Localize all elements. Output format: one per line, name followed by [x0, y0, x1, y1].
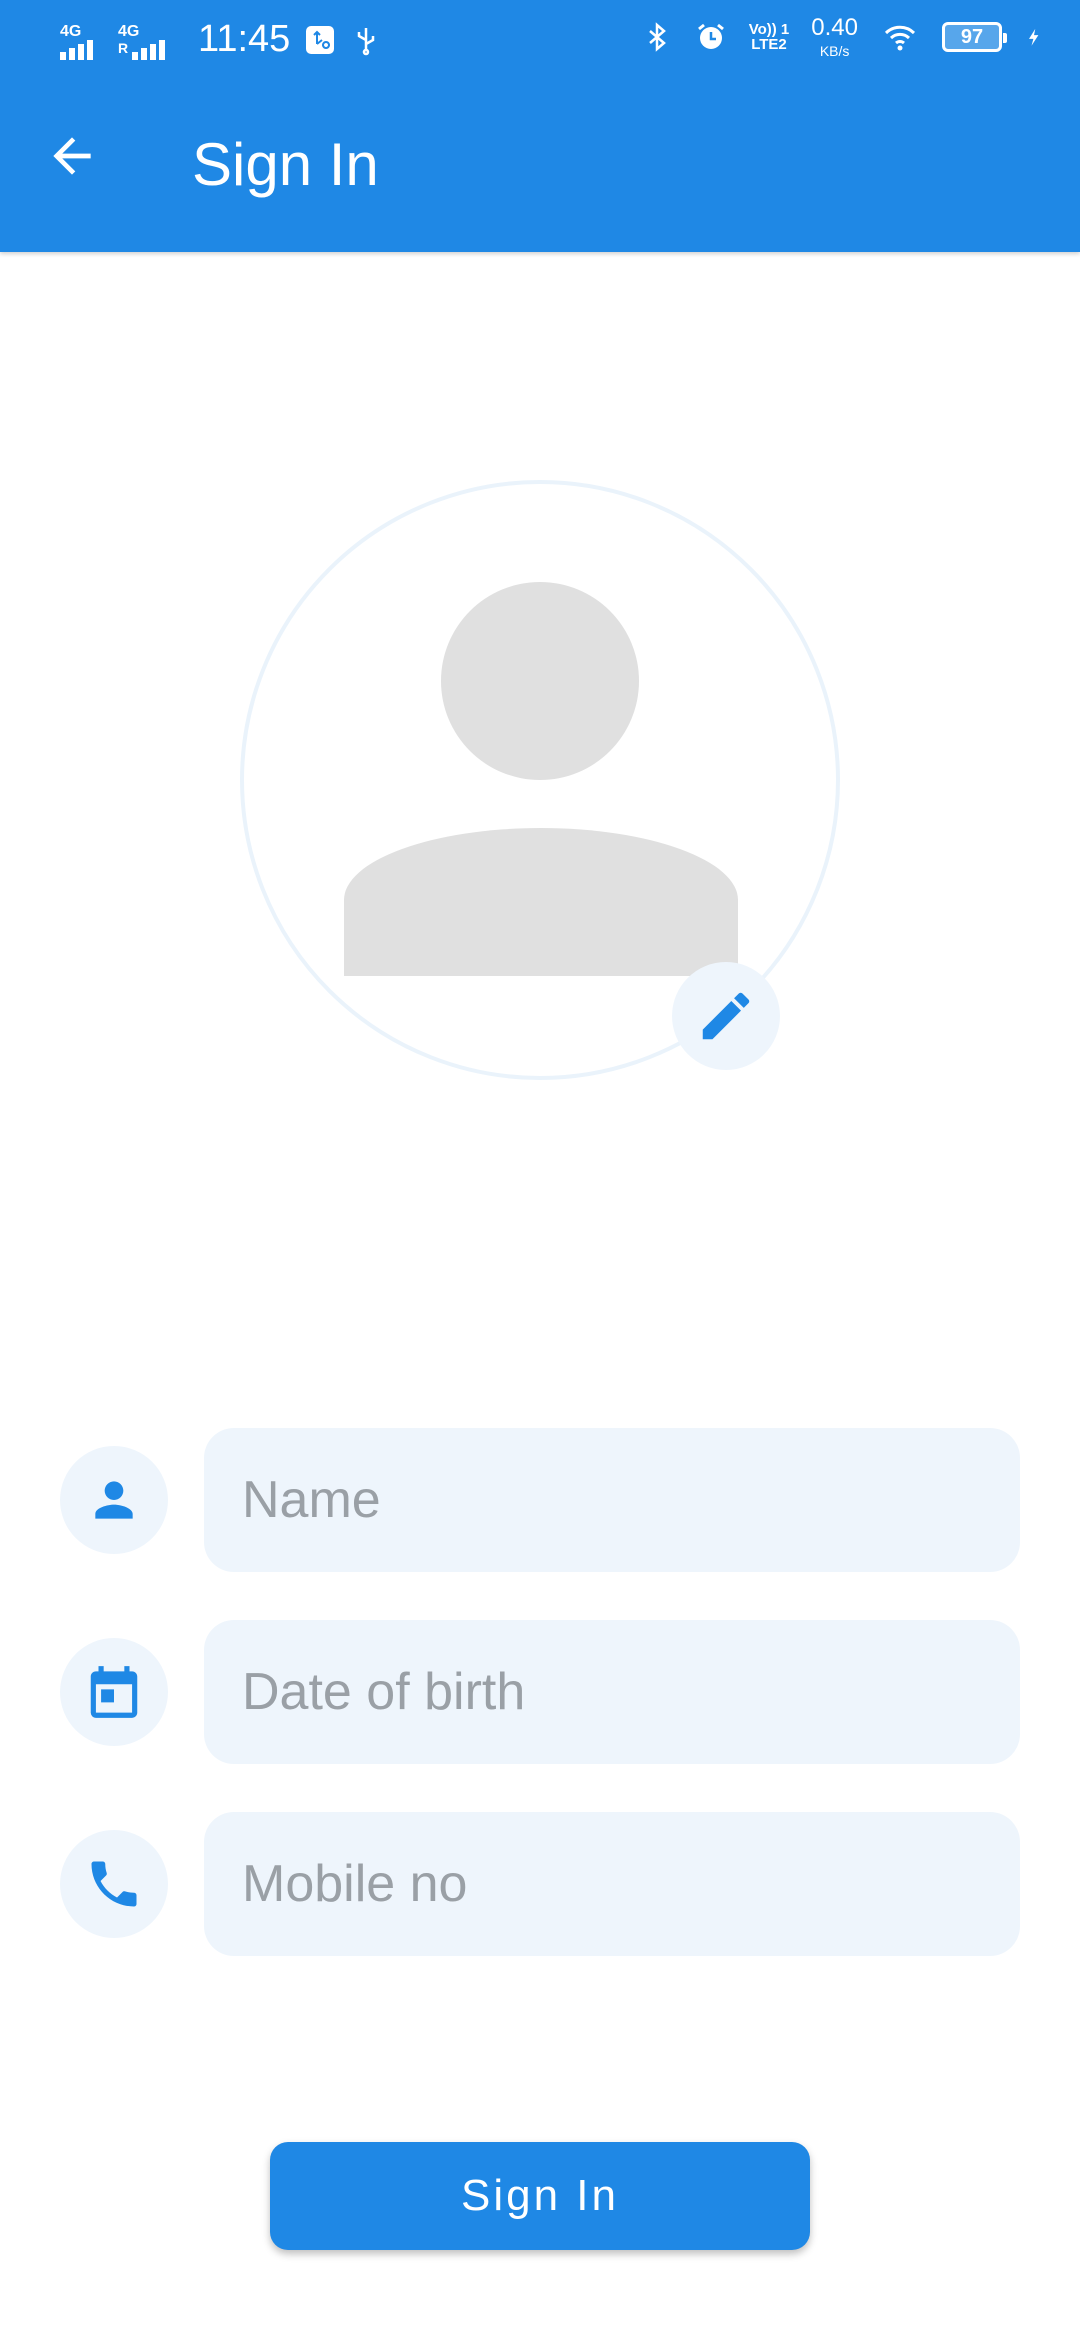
person-icon [95, 1481, 133, 1519]
date-of-birth-input[interactable] [204, 1620, 1020, 1764]
arrow-back-icon [53, 137, 91, 175]
calendar-icon [90, 1666, 138, 1718]
page-title: Sign In [192, 131, 379, 198]
edit-avatar-button[interactable] [672, 962, 780, 1070]
name-field-icon-badge [60, 1446, 168, 1554]
name-field-row [60, 1428, 1020, 1572]
battery-level: 97 [960, 25, 984, 48]
phone-icon [91, 1861, 137, 1907]
dob-field-row [60, 1620, 1020, 1764]
profile-avatar[interactable] [240, 480, 840, 1080]
status-time: 11:45 [198, 18, 291, 60]
avatar-placeholder-body [344, 828, 738, 976]
roaming-label: R [118, 39, 129, 56]
lte-label: LTE2 [751, 36, 787, 53]
network-speed-unit: KB/s [819, 43, 850, 59]
name-input[interactable] [204, 1428, 1020, 1572]
toolbar: Sign In [0, 84, 1080, 252]
wifi-icon [884, 25, 916, 51]
network-speed: 0.40 KB/s [811, 14, 858, 59]
volte-indicator: Vo)) 1 LTE2 [749, 22, 790, 52]
network-speed-value: 0.40 [811, 14, 858, 41]
app-header: 4G 4G R 11:45 Vo)) 1 LTE2 0.40 KB/s 97 S… [0, 0, 1080, 252]
mobile-field-row [60, 1812, 1020, 1956]
back-button[interactable] [28, 112, 116, 200]
mobile-field-icon-badge [60, 1830, 168, 1938]
mobile-number-input[interactable] [204, 1812, 1020, 1956]
network-type-label: 4G [118, 22, 140, 40]
status-bar-right: Vo)) 1 LTE2 0.40 KB/s 97 [641, 16, 1044, 58]
signal-4g-icon: 4G [58, 20, 102, 60]
charging-icon [1029, 28, 1039, 46]
sign-in-button[interactable]: Sign In [270, 2142, 810, 2250]
avatar-placeholder-head [441, 582, 639, 780]
signal-4g-roaming-icon: 4G R [116, 20, 176, 60]
dob-field-icon-badge [60, 1638, 168, 1746]
alarm-icon [697, 23, 724, 49]
network-type-label: 4G [60, 22, 82, 40]
usb-icon [358, 27, 375, 55]
usb-debug-icon [306, 25, 335, 54]
status-bar: 4G 4G R 11:45 Vo)) 1 LTE2 0.40 KB/s 97 [0, 0, 1080, 84]
pencil-icon [702, 992, 750, 1040]
bluetooth-icon [648, 22, 666, 52]
battery-icon: 97 [942, 22, 1007, 52]
status-bar-left: 4G 4G R 11:45 [58, 18, 382, 61]
volte-label: Vo)) 1 [748, 21, 790, 38]
